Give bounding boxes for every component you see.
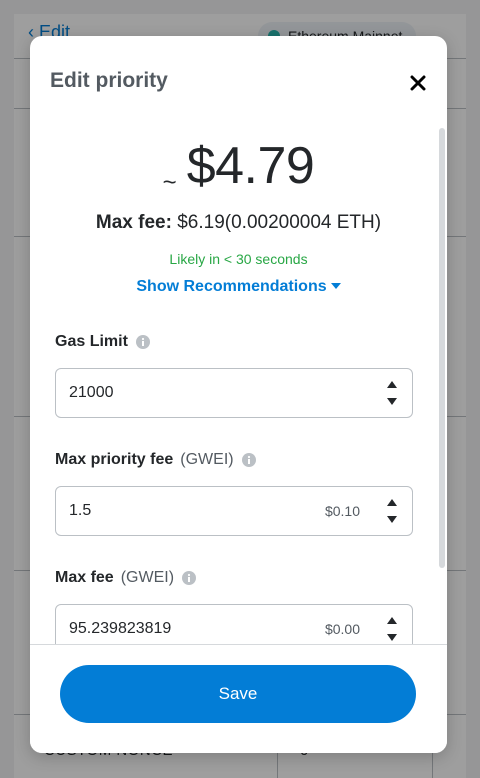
gas-limit-value: 21000 (69, 384, 114, 401)
close-icon (410, 75, 426, 91)
show-recommendations-label: Show Recommendations (136, 278, 327, 295)
max-fee-stepper[interactable] (386, 617, 398, 641)
info-icon[interactable] (241, 453, 256, 467)
info-icon[interactable] (182, 571, 197, 585)
max-fee-unit: (GWEI) (120, 569, 175, 586)
arrow-down-icon[interactable] (387, 398, 397, 405)
edit-priority-modal: Edit priority ~ $4.79 Max fee: $6.19(0.00… (30, 36, 447, 753)
gas-limit-label-text: Gas Limit (55, 333, 128, 350)
max-fee-summary: Max fee: $6.19(0.00200004 ETH) (30, 212, 447, 234)
max-fee-eth: (0.00200004 ETH) (224, 212, 382, 233)
max-fee-fiat-value: $0.00 (324, 621, 360, 637)
modal-title: Edit priority (50, 69, 168, 92)
estimated-fee: ~ $4.79 (30, 136, 447, 196)
max-fee-label: Max fee: (95, 212, 172, 233)
max-fee-field-label-text: Max fee (55, 569, 114, 586)
estimated-fee-amount: $4.79 (186, 137, 315, 195)
gas-limit-stepper[interactable] (386, 381, 398, 405)
arrow-down-icon[interactable] (387, 516, 397, 523)
gas-limit-label: Gas Limit (55, 333, 150, 351)
save-button[interactable]: Save (60, 665, 416, 723)
max-priority-fee-label: Max priority fee (GWEI) (55, 451, 256, 469)
max-priority-fee-input[interactable]: 1.5 $0.10 (55, 486, 413, 536)
arrow-down-icon[interactable] (387, 634, 397, 641)
max-priority-fee-stepper[interactable] (386, 499, 398, 523)
arrow-up-icon[interactable] (387, 617, 397, 624)
caret-down-icon (330, 282, 341, 289)
approx-symbol: ~ (162, 168, 177, 196)
max-fee-field-label: Max fee (GWEI) (55, 569, 197, 587)
max-priority-fee-value: 1.5 (69, 502, 92, 519)
gas-limit-input[interactable]: 21000 (55, 368, 413, 418)
time-estimate: Likely in < 30 seconds (169, 251, 308, 267)
close-button[interactable] (404, 69, 432, 97)
arrow-up-icon[interactable] (387, 499, 397, 506)
max-fee-value: 95.239823819 (69, 620, 172, 637)
arrow-up-icon[interactable] (387, 381, 397, 388)
max-priority-fee-label-text: Max priority fee (55, 451, 174, 468)
show-recommendations-link[interactable]: Show Recommendations (30, 278, 447, 296)
max-priority-fee-unit: (GWEI) (180, 451, 234, 468)
max-priority-fee-fiat: $0.10 (324, 503, 360, 519)
max-fee-fiat: $6.19 (177, 212, 225, 233)
modal-footer: Save (30, 644, 447, 753)
info-icon[interactable] (135, 335, 150, 349)
